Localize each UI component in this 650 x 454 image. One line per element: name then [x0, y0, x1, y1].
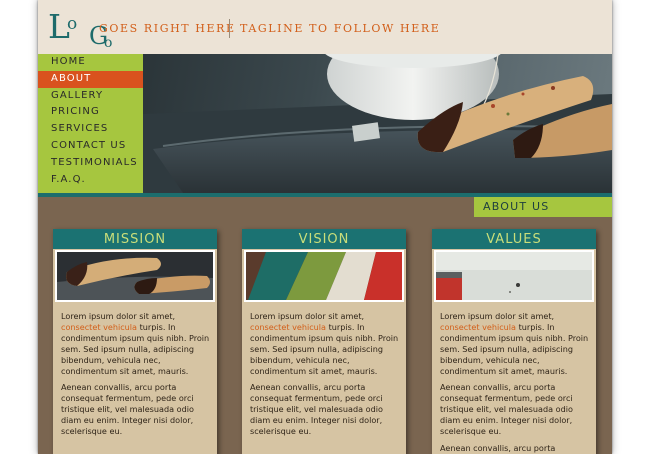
card-text: Lorem ipsum dolor sit amet,: [440, 311, 555, 321]
nav-item-gallery[interactable]: GALLERY: [38, 88, 143, 105]
card-vision: VISION Lorem ipsum dolor sit amet, conse…: [242, 229, 406, 454]
card-paragraph: Aenean convallis, arcu porta consequat f…: [61, 382, 194, 437]
nav-item-contact-us[interactable]: CONTACT US: [38, 138, 143, 155]
section-tab-about-us: ABOUT US: [474, 197, 612, 217]
logo-letter: o: [104, 35, 113, 51]
card-image-biscotti: [55, 250, 215, 302]
card-link[interactable]: consectet vehicula: [61, 322, 137, 332]
card-link[interactable]: consectet vehicula: [440, 322, 516, 332]
card-paragraph: Aenean convallis, arcu porta consequat f…: [440, 442, 573, 454]
nav-item-services[interactable]: SERVICES: [38, 121, 143, 138]
card-mission: MISSION Lorem ipsum dolor sit amet, cons…: [53, 229, 217, 454]
stripes-photo: [246, 252, 402, 300]
logo-slogan: GOES RIGHT HERE: [99, 22, 236, 35]
header-divider: [229, 19, 230, 38]
card-paragraph: Aenean convallis, arcu porta consequat f…: [250, 382, 383, 437]
card-body: Lorem ipsum dolor sit amet, consectet ve…: [61, 311, 213, 443]
wall-photo: [436, 252, 592, 300]
nav-item-about[interactable]: ABOUT: [38, 70, 143, 88]
card-title: VALUES: [432, 229, 596, 249]
site-header: L o G o GOES RIGHT HERE TAGLINE TO FOLLO…: [38, 0, 612, 54]
card-link[interactable]: consectet vehicula: [250, 322, 326, 332]
card-paragraph: Lorem ipsum dolor sit amet, consectet ve…: [61, 311, 213, 376]
nav-item-home[interactable]: HOME: [38, 54, 143, 71]
biscotti-photo: [57, 252, 213, 300]
nav-item-pricing[interactable]: PRICING: [38, 104, 143, 121]
main-nav: HOME ABOUT GALLERY PRICING SERVICES CONT…: [38, 54, 143, 193]
card-values: VALUES Lorem ipsum dolor sit amet, conse…: [432, 229, 596, 454]
nav-item-testimonials[interactable]: TESTIMONIALS: [38, 155, 143, 172]
logo-letter: o: [67, 14, 78, 34]
card-image-wall: [434, 250, 594, 302]
hero-photo-tea-biscotti: [143, 54, 612, 193]
hero-image: [143, 54, 612, 193]
card-paragraph: Lorem ipsum dolor sit amet, consectet ve…: [250, 311, 402, 376]
card-text: Lorem ipsum dolor sit amet,: [250, 311, 365, 321]
card-body: Lorem ipsum dolor sit amet, consectet ve…: [250, 311, 402, 443]
card-body: Lorem ipsum dolor sit amet, consectet ve…: [440, 311, 592, 454]
card-title: VISION: [242, 229, 406, 249]
card-text: Lorem ipsum dolor sit amet,: [61, 311, 176, 321]
page-frame: L o G o GOES RIGHT HERE TAGLINE TO FOLLO…: [38, 0, 612, 454]
card-image-stripes: [244, 250, 404, 302]
card-paragraph: Aenean convallis, arcu porta consequat f…: [440, 382, 573, 437]
site-tagline: TAGLINE TO FOLLOW HERE: [240, 22, 441, 35]
nav-item-faq[interactable]: F.A.Q.: [38, 172, 143, 189]
card-paragraph: Lorem ipsum dolor sit amet, consectet ve…: [440, 311, 592, 376]
card-title: MISSION: [53, 229, 217, 249]
